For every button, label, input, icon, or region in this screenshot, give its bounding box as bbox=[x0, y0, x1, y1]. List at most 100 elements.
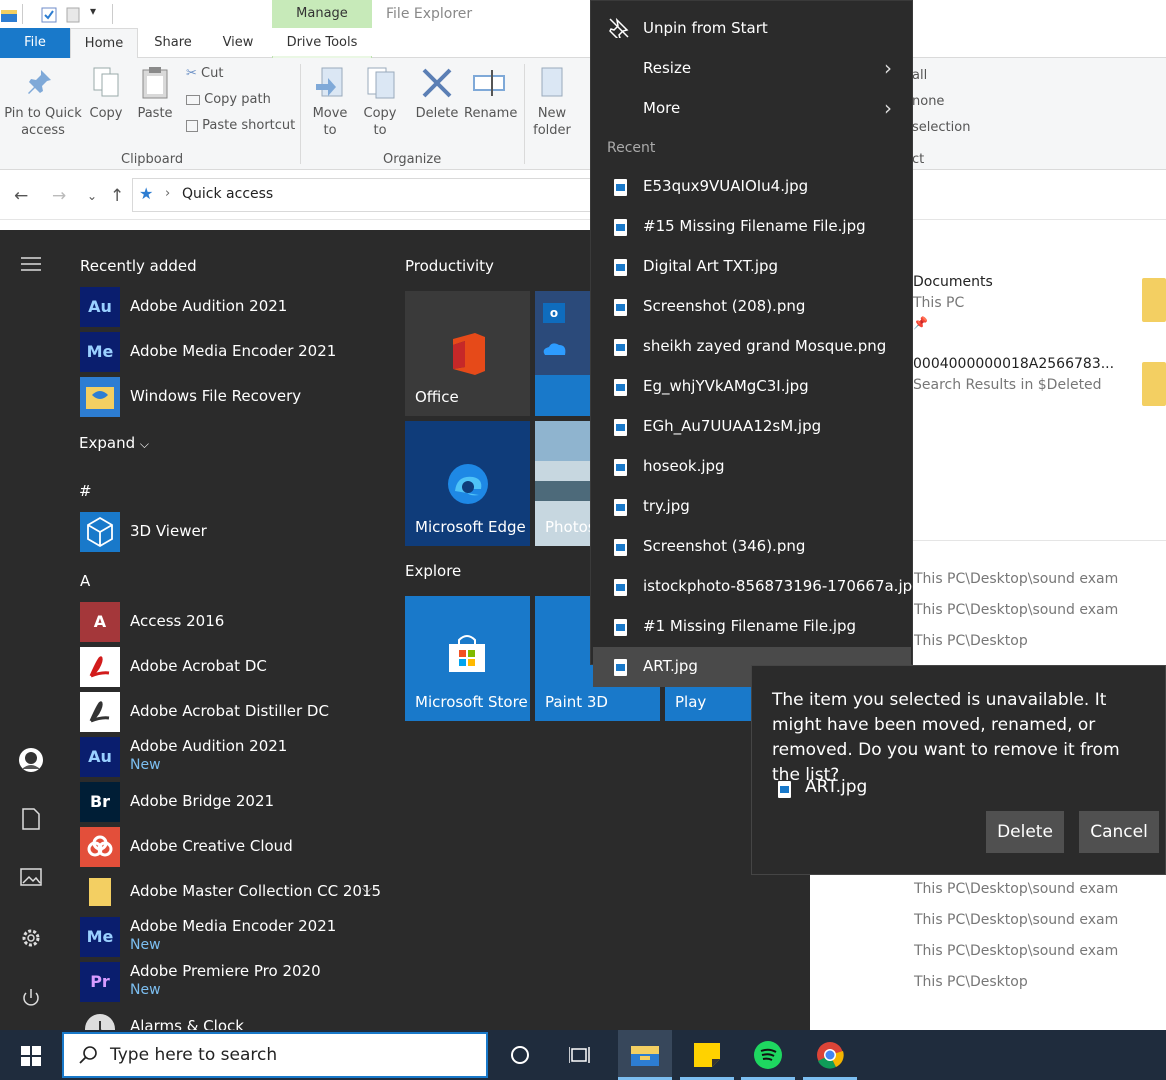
app-list-item[interactable]: Me Adobe Media Encoder 2021 New bbox=[80, 917, 380, 957]
mail-calendar-tile[interactable]: o bbox=[535, 291, 590, 416]
back-arrow-icon[interactable]: ← bbox=[14, 186, 28, 206]
photos-preview-band bbox=[535, 481, 590, 501]
recent-file-item[interactable]: sheikh zayed grand Mosque.png bbox=[643, 337, 886, 355]
more-item[interactable]: More bbox=[643, 99, 680, 117]
cancel-button[interactable]: Cancel bbox=[1079, 811, 1159, 853]
tab-manage[interactable]: Manage bbox=[272, 0, 372, 28]
move-to-button[interactable]: Move to bbox=[308, 66, 352, 139]
app-list-item[interactable]: Adobe Creative Cloud bbox=[80, 827, 380, 867]
rename-button[interactable]: Rename bbox=[464, 66, 517, 122]
ribbon-tabs: File Home Share View Drive Tools bbox=[0, 28, 1166, 86]
address-location: Quick access bbox=[182, 186, 274, 202]
recent-file-item[interactable]: Screenshot (346).png bbox=[643, 537, 805, 555]
settings-gear-icon[interactable] bbox=[18, 927, 44, 953]
3d-viewer-icon bbox=[80, 512, 120, 552]
app-name: Adobe Media Encoder 2021 bbox=[130, 342, 337, 360]
app-list-item[interactable]: Au Adobe Audition 2021 New bbox=[80, 737, 380, 777]
expand-button[interactable]: Expand ⌵ bbox=[79, 434, 149, 452]
app-list-item[interactable]: Me Adobe Media Encoder 2021 bbox=[80, 332, 380, 372]
file-path: This PC\Desktop\sound exam bbox=[914, 571, 1119, 587]
properties-icon[interactable] bbox=[40, 6, 58, 24]
recent-file-item[interactable]: Eg_whjYVkAMgC3I.jpg bbox=[643, 377, 809, 395]
chevron-down-icon[interactable]: ⌵ bbox=[362, 882, 372, 897]
photos-tile[interactable]: Photos bbox=[535, 421, 590, 546]
office-tile[interactable]: Office bbox=[405, 291, 530, 416]
taskbar-chrome[interactable] bbox=[803, 1030, 857, 1080]
app-list-item[interactable]: Pr Adobe Premiere Pro 2020 New bbox=[80, 962, 380, 1002]
recent-file-item[interactable]: #1 Missing Filename File.jpg bbox=[643, 617, 856, 635]
recent-file-item[interactable]: hoseok.jpg bbox=[643, 457, 725, 475]
copy-to-icon bbox=[367, 67, 395, 99]
start-button[interactable] bbox=[2, 1030, 56, 1080]
cut-button[interactable]: ✂ Cut bbox=[186, 66, 223, 81]
hash-section-header[interactable]: # bbox=[79, 482, 92, 500]
file-icon bbox=[778, 781, 791, 798]
pictures-icon[interactable] bbox=[18, 867, 44, 893]
edge-tile[interactable]: Microsoft Edge bbox=[405, 421, 530, 546]
paste-icon bbox=[142, 67, 168, 99]
a-section-header[interactable]: A bbox=[80, 572, 90, 590]
cortana-button[interactable] bbox=[493, 1030, 547, 1080]
audition-icon: Au bbox=[80, 287, 120, 327]
app-list-item[interactable]: Windows File Recovery bbox=[80, 377, 380, 417]
delete-button[interactable]: Delete bbox=[986, 811, 1064, 853]
pin-label-2: access bbox=[21, 123, 65, 138]
delete-ribbon-button[interactable]: Delete bbox=[414, 66, 460, 122]
hamburger-menu-icon[interactable] bbox=[18, 254, 44, 280]
paste-button[interactable]: Paste bbox=[134, 66, 176, 122]
tab-home[interactable]: Home bbox=[70, 28, 138, 59]
recent-file-item[interactable]: istockphoto-856873196-170667a.jpg bbox=[643, 577, 922, 595]
tab-share[interactable]: Share bbox=[142, 28, 204, 58]
microsoft-store-tile[interactable]: Microsoft Store bbox=[405, 596, 530, 721]
taskbar-search-box[interactable]: Type here to search bbox=[62, 1032, 488, 1078]
resize-item[interactable]: Resize bbox=[643, 59, 691, 77]
tab-drive-tools[interactable]: Drive Tools bbox=[272, 28, 372, 58]
unpin-from-start-item[interactable]: Unpin from Start bbox=[643, 19, 768, 37]
recent-file-item[interactable]: try.jpg bbox=[643, 497, 690, 515]
invert-selection-button[interactable]: selection bbox=[912, 120, 970, 135]
app-list-item[interactable]: A Access 2016 bbox=[80, 602, 380, 642]
recent-file-item[interactable]: #15 Missing Filename File.jpg bbox=[643, 217, 866, 235]
app-list-item[interactable]: Alarms & Clock bbox=[80, 1007, 380, 1030]
recent-locations-chevron-icon[interactable]: ⌄ bbox=[87, 189, 97, 203]
explore-group-header[interactable]: Explore bbox=[405, 562, 461, 580]
app-name: Adobe Acrobat DC bbox=[130, 657, 267, 675]
productivity-group-header[interactable]: Productivity bbox=[405, 257, 494, 275]
copy-path-button[interactable]: Copy path bbox=[186, 92, 271, 107]
new-folder-qat-icon[interactable] bbox=[66, 6, 82, 24]
app-list-item[interactable]: Adobe Master Collection CC 2015 ⌵ bbox=[80, 872, 381, 912]
select-all-button[interactable]: all bbox=[912, 68, 927, 83]
taskbar-spotify[interactable] bbox=[741, 1030, 795, 1080]
new-folder-button[interactable]: New folder bbox=[530, 66, 574, 139]
app-list-item[interactable]: Au Adobe Audition 2021 bbox=[80, 287, 380, 327]
taskbar-sticky-notes[interactable] bbox=[680, 1030, 734, 1080]
address-field[interactable]: ★ › Quick access bbox=[132, 178, 602, 212]
file-path: This PC\Desktop bbox=[914, 633, 1028, 649]
copy-to-button[interactable]: Copy to bbox=[358, 66, 402, 139]
tab-file[interactable]: File bbox=[0, 28, 70, 58]
recent-file-item[interactable]: ART.jpg bbox=[643, 657, 698, 675]
copy-button[interactable]: Copy bbox=[86, 66, 126, 122]
recent-file-item[interactable]: Digital Art TXT.jpg bbox=[643, 257, 778, 275]
taskbar-file-explorer[interactable] bbox=[618, 1030, 672, 1080]
select-none-button[interactable]: none bbox=[912, 94, 944, 109]
app-list-item[interactable]: Br Adobe Bridge 2021 bbox=[80, 782, 380, 822]
qat-dropdown-icon[interactable]: ▾ bbox=[90, 4, 96, 18]
recent-file-item[interactable]: E53qux9VUAIOIu4.jpg bbox=[643, 177, 808, 195]
app-list-item[interactable]: 3D Viewer bbox=[80, 512, 380, 552]
up-arrow-icon[interactable]: ↑ bbox=[110, 186, 124, 206]
app-list-item[interactable]: Adobe Acrobat Distiller DC bbox=[80, 692, 380, 732]
recent-file-item[interactable]: EGh_Au7UUAA12sM.jpg bbox=[643, 417, 821, 435]
documents-icon[interactable] bbox=[18, 807, 44, 833]
documents-title[interactable]: Documents bbox=[913, 274, 993, 290]
tab-view[interactable]: View bbox=[206, 28, 270, 58]
app-list-item[interactable]: Adobe Acrobat DC bbox=[80, 647, 380, 687]
recent-file-item[interactable]: Screenshot (208).png bbox=[643, 297, 805, 315]
pin-to-quick-access-button[interactable]: Pin to Quick access bbox=[4, 66, 82, 139]
user-avatar[interactable] bbox=[18, 747, 44, 773]
forward-arrow-icon[interactable]: → bbox=[52, 186, 66, 206]
task-view-button[interactable] bbox=[553, 1030, 607, 1080]
power-icon[interactable] bbox=[18, 987, 44, 1013]
deleted-item-title[interactable]: 0004000000018A2566783... bbox=[913, 356, 1114, 372]
paste-shortcut-button[interactable]: Paste shortcut bbox=[186, 118, 295, 133]
